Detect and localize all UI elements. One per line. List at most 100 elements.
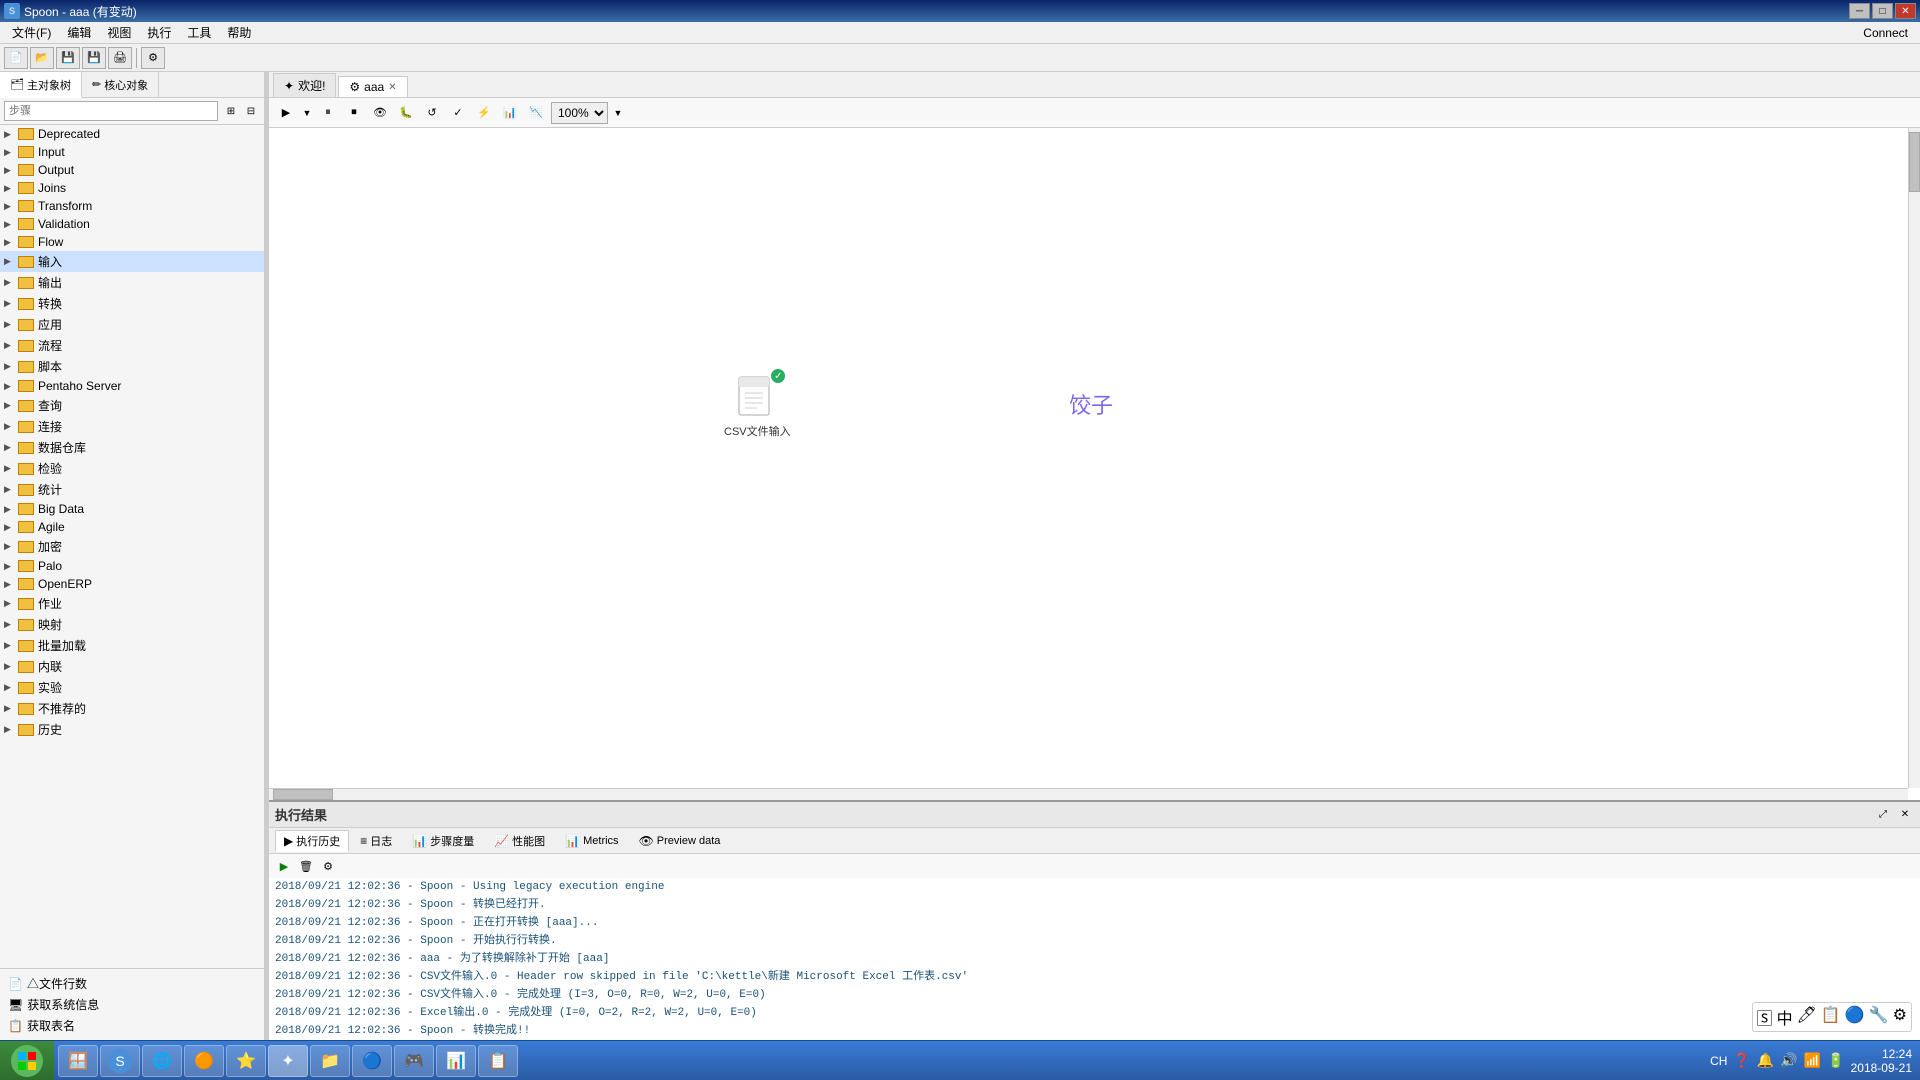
menu-file[interactable]: 文件(F) [4,22,59,43]
menu-edit[interactable]: 编辑 [59,22,99,43]
connect-btn[interactable]: Connect [1855,24,1916,42]
taskbar-item-9[interactable]: 🎮 [394,1045,434,1077]
settings-btn[interactable]: ⚙ [141,47,165,69]
br-icon-3[interactable]: 🖊 [1797,1005,1817,1029]
tree-item-lianjie[interactable]: ▶ 连接 [0,416,264,437]
menu-tools[interactable]: 工具 [179,22,219,43]
left-bottom-file-rows[interactable]: 📄 △文件行数 [4,973,260,994]
log-clear-btn[interactable]: 🗑 [297,857,315,875]
canvas-area[interactable]: ✓ CSV文件输入 饺子 [269,128,1920,800]
tree-item-deprecated[interactable]: ▶ Deprecated [0,125,264,143]
tab-main-objects[interactable]: 🗂 主对象树 [0,72,82,98]
taskbar-item-10[interactable]: 📊 [436,1045,476,1077]
tree-item-transform[interactable]: ▶ Transform [0,197,264,215]
tree-item-bigdata[interactable]: ▶ Big Data [0,500,264,518]
tree-item-yingshe[interactable]: ▶ 映射 [0,614,264,635]
taskbar-lang[interactable]: CH [1710,1054,1727,1068]
tree-item-joins[interactable]: ▶ Joins [0,179,264,197]
zoom-dropdown-btn[interactable]: ▼ [612,102,624,124]
hscroll-thumb[interactable] [273,789,333,800]
save-btn[interactable]: 💾 [56,47,80,69]
menu-execute[interactable]: 执行 [139,22,179,43]
menu-view[interactable]: 视图 [99,22,139,43]
tree-item-output[interactable]: ▶ Output [0,161,264,179]
impact-btn[interactable]: ⚡ [473,102,495,124]
tree-item-input[interactable]: ▶ Input [0,143,264,161]
taskbar-item-5[interactable]: ⭐ [226,1045,266,1077]
tree-item-liucheng[interactable]: ▶ 流程 [0,335,264,356]
close-button[interactable]: ✕ [1895,3,1916,19]
canvas-vscroll[interactable] [1908,128,1920,788]
taskbar-item-1[interactable]: 🪟 [58,1045,98,1077]
left-bottom-table-names[interactable]: 📋 获取表名 [4,1015,260,1036]
bottom-tab-perf[interactable]: 📈 性能图 [485,830,554,852]
tree-item-pljz[interactable]: ▶ 批量加载 [0,635,264,656]
log-settings-btn[interactable]: ⚙ [319,857,337,875]
tab-aaa[interactable]: ⚙ aaa ✕ [338,76,407,97]
taskbar-item-4[interactable]: 🟠 [184,1045,224,1077]
taskbar-item-6[interactable]: ✦ [268,1045,308,1077]
collapse-all-icon[interactable]: ⊟ [242,102,260,120]
taskbar-battery-icon[interactable]: 🔋 [1827,1052,1844,1069]
bottom-tab-metrics[interactable]: 📊 Metrics [556,831,627,851]
taskbar-volume-icon[interactable]: 🔊 [1780,1052,1797,1069]
log-area[interactable]: 2018/09/21 12:02:36 - Spoon - Using lega… [269,878,1920,1040]
new-btn[interactable]: 📄 [4,47,28,69]
search-input[interactable] [4,101,218,121]
tree-item-jiaoyan[interactable]: ▶ 检验 [0,458,264,479]
tree-item-zhuanhuan[interactable]: ▶ 转换 [0,293,264,314]
canvas-hscroll[interactable] [269,788,1908,800]
taskbar-item-8[interactable]: 🔵 [352,1045,392,1077]
show-results-btn[interactable]: 📊 [499,102,521,124]
tree-item-palo[interactable]: ▶ Palo [0,557,264,575]
hide-results-btn[interactable]: 📉 [525,102,547,124]
taskbar-item-11[interactable]: 📋 [478,1045,518,1077]
br-icon-5[interactable]: 🔵 [1845,1005,1865,1029]
zoom-select[interactable]: 100% 50% 75% 125% 150% 200% [551,102,608,124]
tree-item-shuru[interactable]: ▶ 输入 [0,251,264,272]
tree-item-flow[interactable]: ▶ Flow [0,233,264,251]
tree-item-chaxun[interactable]: ▶ 查询 [0,395,264,416]
tree-item-shiyan[interactable]: ▶ 实验 [0,677,264,698]
tree-item-openerp[interactable]: ▶ OpenERP [0,575,264,593]
pause-btn[interactable]: ⏸ [317,102,339,124]
tab-core-objects[interactable]: ✏ 核心对象 [82,72,159,97]
taskbar-network-icon[interactable]: 📶 [1804,1052,1821,1069]
csv-input-node[interactable]: ✓ CSV文件输入 [724,373,791,439]
stop-btn[interactable]: ⏹ [343,102,365,124]
tree-item-tongji[interactable]: ▶ 统计 [0,479,264,500]
tree-item-yingyong[interactable]: ▶ 应用 [0,314,264,335]
br-icon-6[interactable]: 🔧 [1869,1005,1889,1029]
close-panel-btn[interactable]: ✕ [1896,806,1914,824]
print-btn[interactable]: 🖨 [108,47,132,69]
expand-panel-btn[interactable]: ⤢ [1874,806,1892,824]
bottom-tab-steps[interactable]: 📊 步骤度量 [403,830,483,852]
expand-all-icon[interactable]: ⊞ [222,102,240,120]
debug-btn[interactable]: 🐛 [395,102,417,124]
br-icon-4[interactable]: 📋 [1821,1005,1841,1029]
tab-close-btn[interactable]: ✕ [388,82,396,93]
start-button[interactable] [0,1041,54,1080]
tree-item-neilian[interactable]: ▶ 内联 [0,656,264,677]
taskbar-item-2[interactable]: S [100,1045,140,1077]
save-all-btn[interactable]: 💾 [82,47,106,69]
taskbar-item-3[interactable]: 🌐 [142,1045,182,1077]
check-btn[interactable]: ✓ [447,102,469,124]
tree-item-jiaoben[interactable]: ▶ 脚本 [0,356,264,377]
menu-help[interactable]: 帮助 [219,22,259,43]
vscroll-thumb[interactable] [1909,132,1920,192]
bottom-tab-preview[interactable]: 👁 Preview data [630,831,730,851]
replay-btn[interactable]: ↺ [421,102,443,124]
tree-item-shuchu[interactable]: ▶ 输出 [0,272,264,293]
tree-item-pentaho[interactable]: ▶ Pentaho Server [0,377,264,395]
br-icon-2[interactable]: 中 [1777,1005,1793,1029]
tree-item-validation[interactable]: ▶ Validation [0,215,264,233]
br-icon-7[interactable]: ⚙ [1893,1005,1907,1029]
taskbar-notify-icon[interactable]: 🔔 [1757,1052,1774,1069]
tree-item-sjck[interactable]: ▶ 数据仓库 [0,437,264,458]
tree-item-jiami[interactable]: ▶ 加密 [0,536,264,557]
tab-welcome[interactable]: ✦ 欢迎! [273,73,336,97]
tree-item-agile[interactable]: ▶ Agile [0,518,264,536]
run-dropdown-btn[interactable]: ▼ [301,102,313,124]
tree-item-lishi[interactable]: ▶ 历史 [0,719,264,740]
